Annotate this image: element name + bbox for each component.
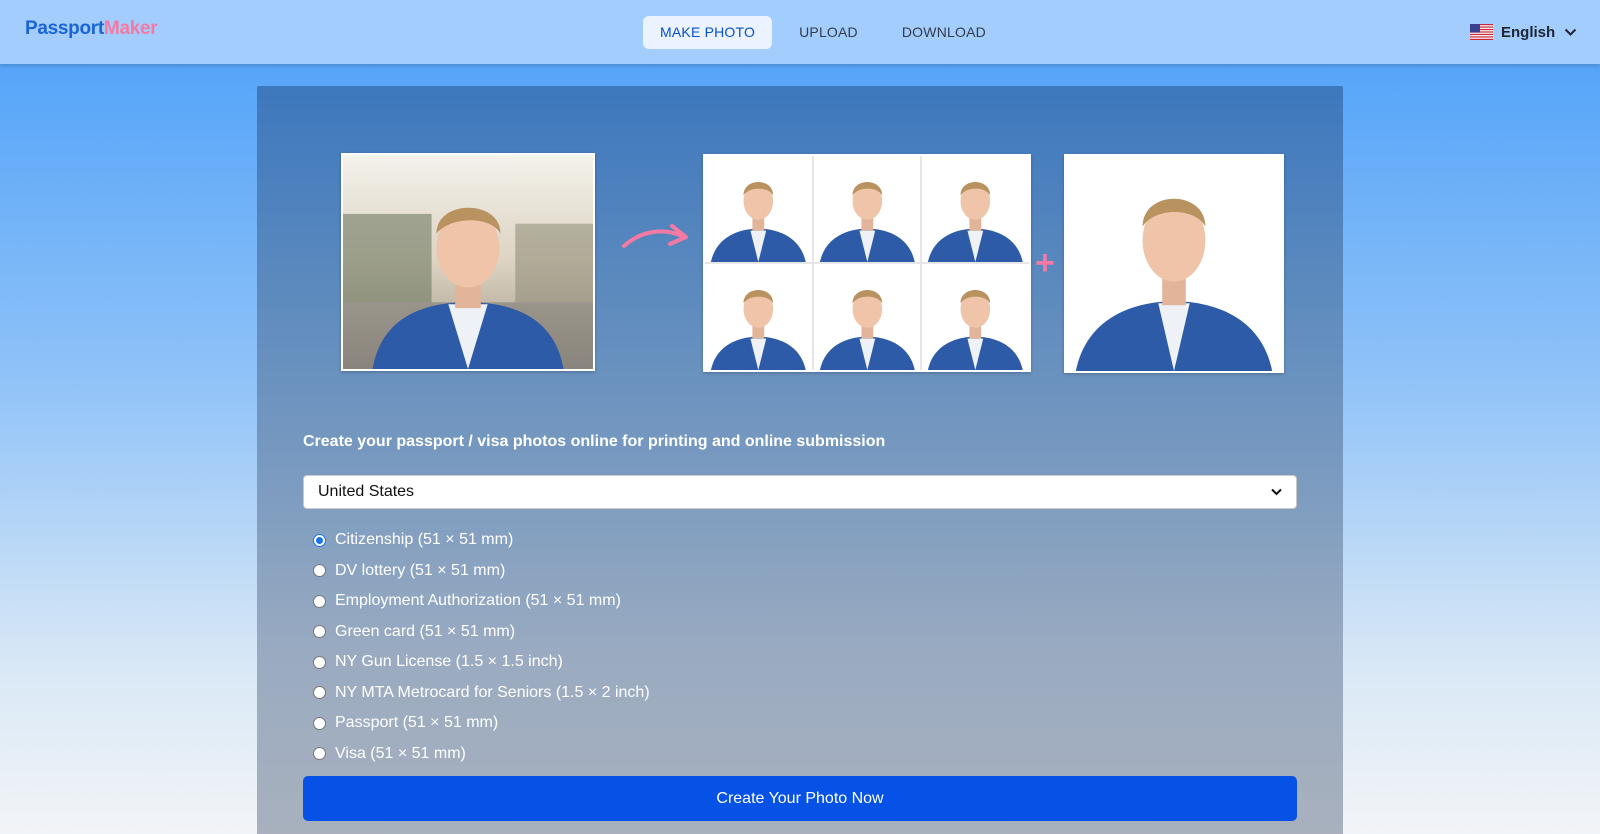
document-type-options: Citizenship (51 × 51 mm) DV lottery (51 … [313, 525, 650, 769]
option-label: NY MTA Metrocard for Seniors (1.5 × 2 in… [335, 683, 650, 701]
radio-button[interactable] [313, 625, 326, 639]
main-card: + Create your passport / visa photos onl… [257, 86, 1343, 834]
logo[interactable]: PassportMaker [25, 18, 158, 40]
option-label: NY Gun License (1.5 × 1.5 inch) [335, 653, 563, 671]
sheet-photo [922, 156, 1029, 262]
main-nav: MAKE PHOTO UPLOAD DOWNLOAD [643, 16, 1013, 49]
logo-part-passport: Passport [25, 18, 104, 39]
option-label: Passport (51 × 51 mm) [335, 714, 499, 732]
original-photo [341, 153, 595, 371]
option-green-card[interactable]: Green card (51 × 51 mm) [313, 617, 650, 648]
option-label: DV lottery (51 × 51 mm) [335, 561, 506, 579]
digital-photo-preview [1064, 154, 1284, 373]
option-citizenship[interactable]: Citizenship (51 × 51 mm) [313, 525, 650, 556]
us-flag-icon [1470, 24, 1493, 40]
radio-button[interactable] [313, 716, 326, 730]
print-sheet-grid [705, 156, 1029, 370]
sheet-photo [705, 264, 812, 370]
country-select-value: United States [318, 483, 415, 500]
sheet-photo [813, 264, 921, 370]
print-sheet-preview [703, 154, 1031, 372]
create-photo-button[interactable]: Create Your Photo Now [303, 776, 1297, 821]
option-label: Visa (51 × 51 mm) [335, 744, 466, 762]
option-passport[interactable]: Passport (51 × 51 mm) [313, 708, 650, 739]
option-label: Citizenship (51 × 51 mm) [335, 531, 514, 549]
top-header: PassportMaker MAKE PHOTO UPLOAD DOWNLOAD… [0, 0, 1600, 64]
nav-make-photo[interactable]: MAKE PHOTO [643, 16, 773, 49]
chevron-down-icon [1271, 488, 1282, 496]
sheet-photo [705, 156, 812, 262]
radio-button[interactable] [313, 533, 326, 547]
sheet-photo [922, 264, 1029, 370]
option-label: Employment Authorization (51 × 51 mm) [335, 592, 621, 610]
language-selector[interactable]: English [1470, 20, 1577, 44]
radio-button[interactable] [313, 594, 326, 608]
radio-button[interactable] [313, 564, 326, 578]
radio-button[interactable] [313, 655, 326, 669]
arrow-icon [622, 224, 688, 248]
plus-icon: + [1035, 244, 1055, 282]
radio-button[interactable] [313, 686, 326, 700]
language-label: English [1501, 23, 1556, 41]
country-select[interactable]: United States [303, 475, 1297, 509]
logo-part-maker: Maker [103, 18, 158, 39]
chevron-down-icon [1564, 28, 1577, 36]
option-label: Green card (51 × 51 mm) [335, 622, 516, 640]
nav-upload[interactable]: UPLOAD [782, 16, 875, 49]
radio-button[interactable] [313, 747, 326, 761]
nav-download[interactable]: DOWNLOAD [885, 16, 1003, 49]
option-ny-gun-license[interactable]: NY Gun License (1.5 × 1.5 inch) [313, 647, 650, 678]
option-ny-mta-metrocard[interactable]: NY MTA Metrocard for Seniors (1.5 × 2 in… [313, 678, 650, 709]
sheet-photo [813, 156, 921, 262]
option-dv-lottery[interactable]: DV lottery (51 × 51 mm) [313, 556, 650, 587]
tagline: Create your passport / visa photos onlin… [303, 433, 886, 450]
option-visa[interactable]: Visa (51 × 51 mm) [313, 739, 650, 770]
option-employment-authorization[interactable]: Employment Authorization (51 × 51 mm) [313, 586, 650, 617]
